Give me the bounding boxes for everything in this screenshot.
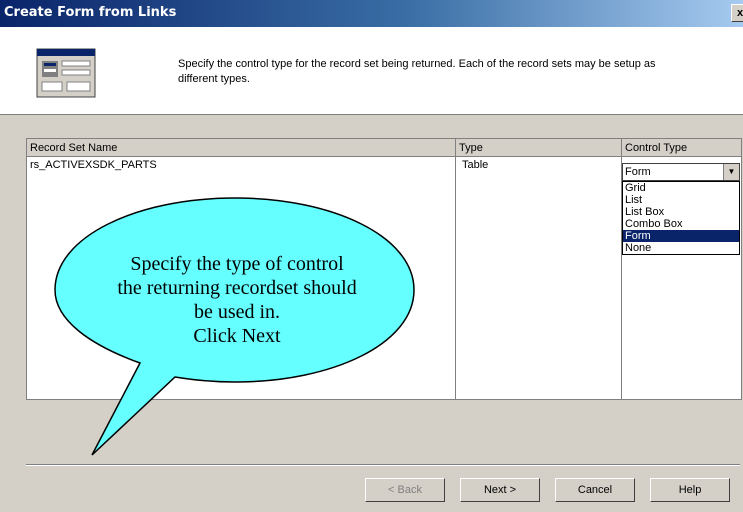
callout-line: Click Next xyxy=(193,325,281,347)
callout-line: the returning recordset should xyxy=(117,277,357,299)
callout-text: Specify the type of control the returnin… xyxy=(92,252,382,348)
callout-line: be used in. xyxy=(193,301,281,323)
callout-line: Specify the type of control xyxy=(130,253,344,275)
